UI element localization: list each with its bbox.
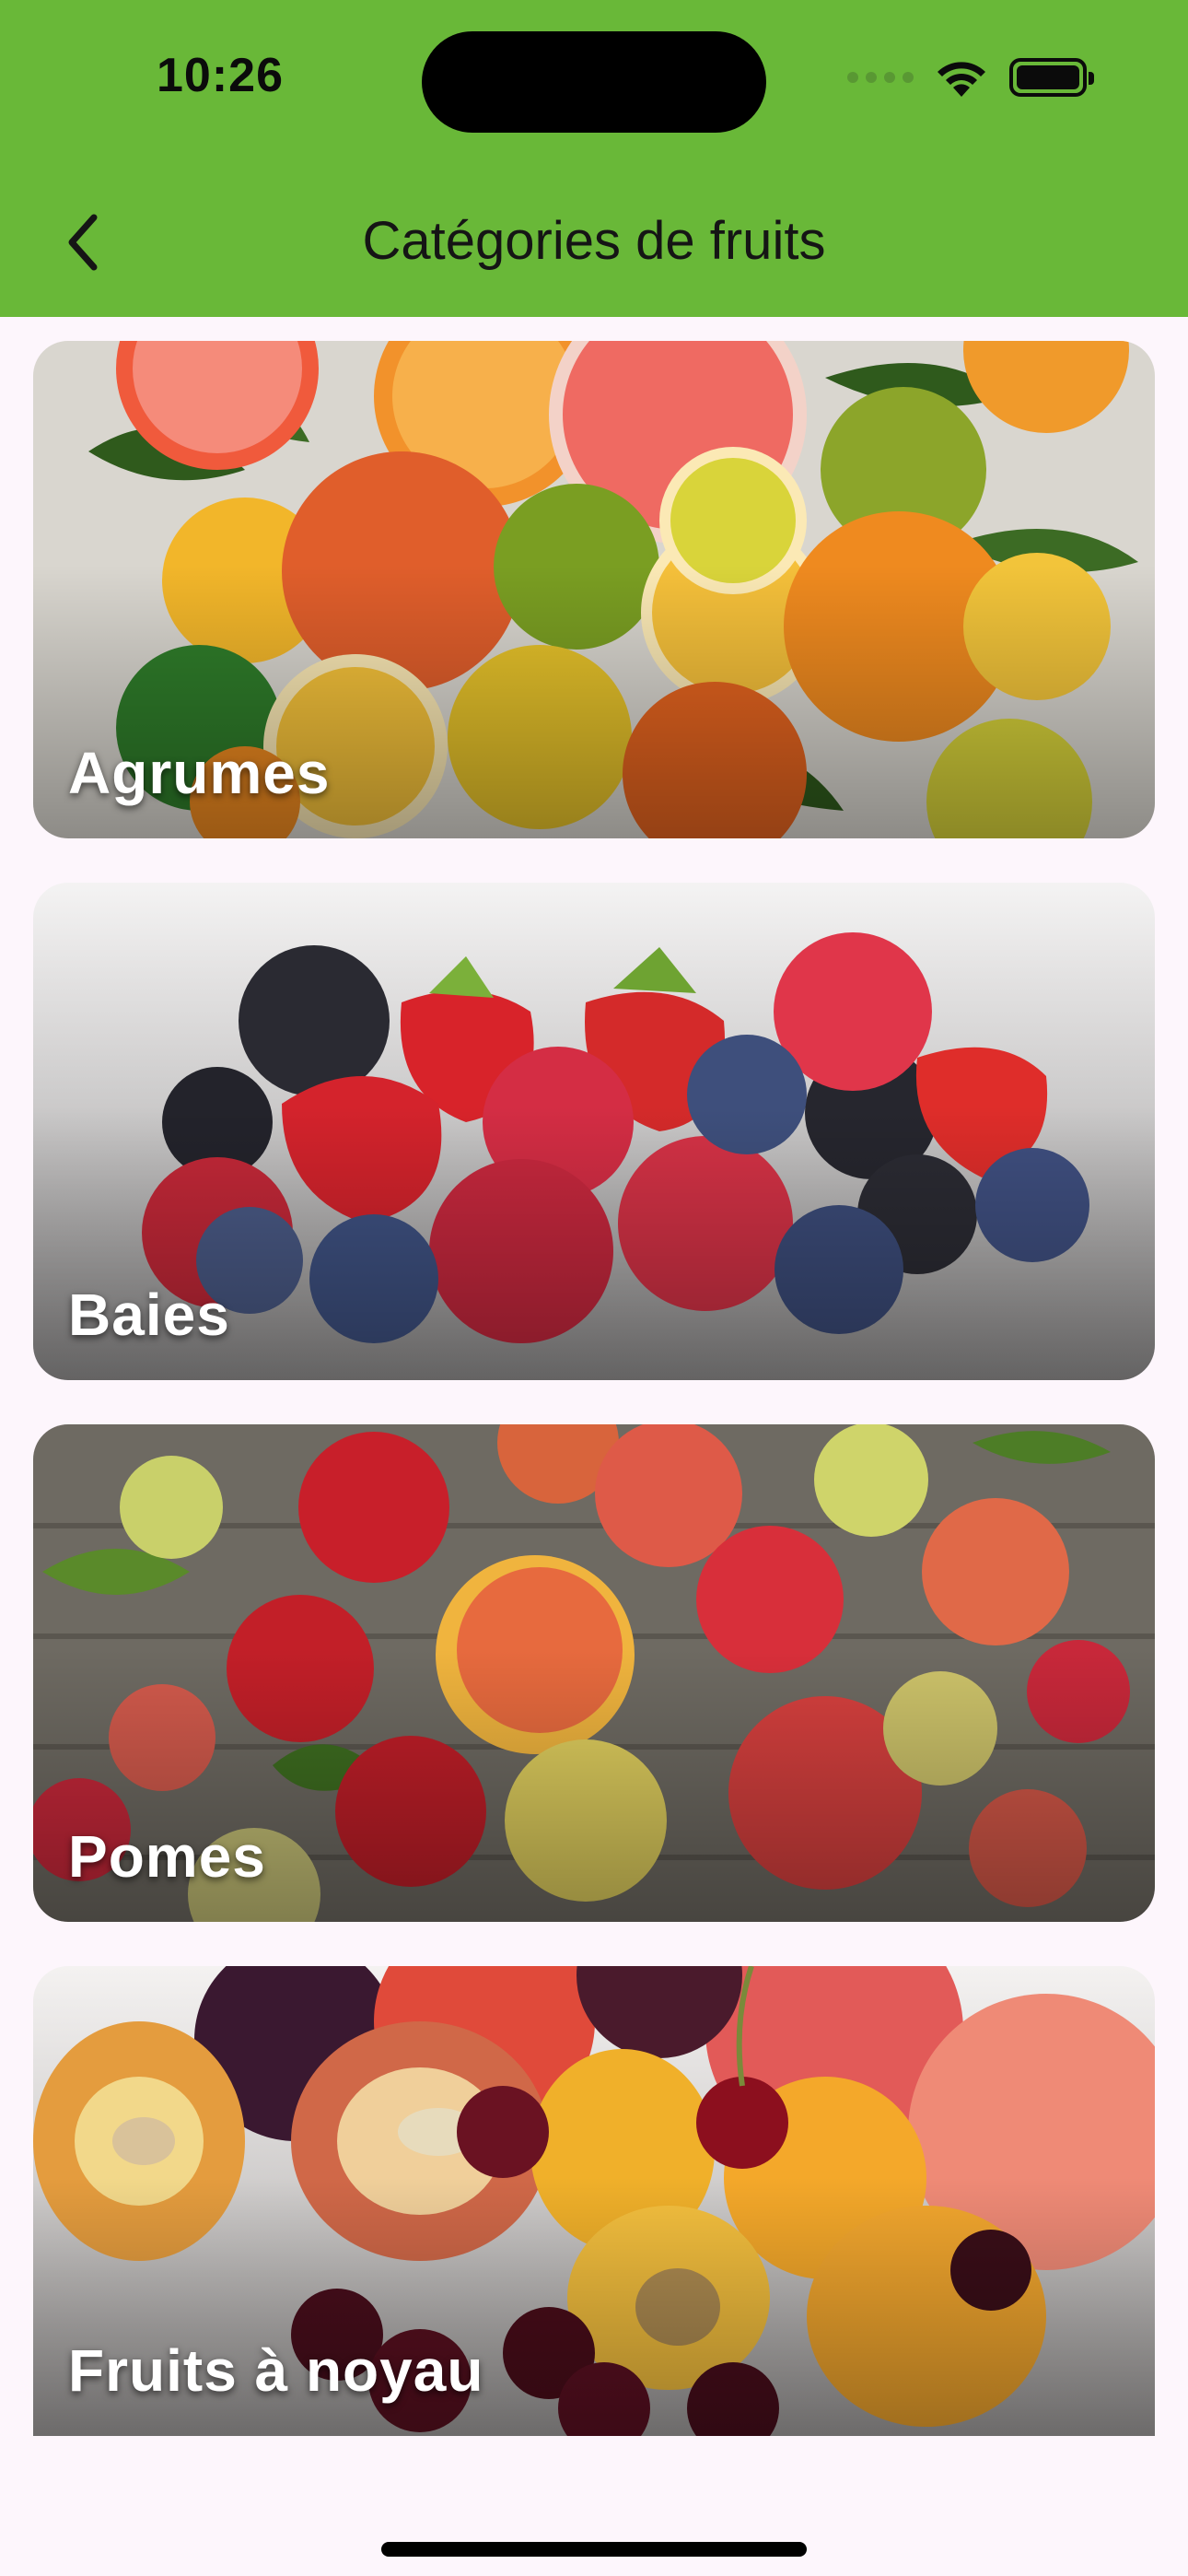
page-title: Catégories de fruits [362,211,826,271]
category-label: Agrumes [68,740,331,806]
category-card-agrumes[interactable]: Agrumes [33,341,1155,838]
status-time: 10:26 [157,49,284,102]
category-card-pomes[interactable]: Pomes [33,1424,1155,1922]
home-indicator[interactable] [381,2542,807,2557]
status-icons [847,53,1094,101]
wifi-icon [938,62,985,97]
header: 10:26 Catégories de fruits [0,0,1188,317]
category-label: Baies [68,1282,230,1348]
cellular-signal-icon [847,72,914,83]
category-label: Fruits à noyau [68,2337,484,2404]
category-card-baies[interactable]: Baies [33,883,1155,1380]
dynamic-island [422,31,766,133]
category-label: Pomes [68,1823,266,1890]
category-card-fruits-a-noyau[interactable]: Fruits à noyau [33,1966,1155,2436]
screen: 10:26 Catégories de fruits Agrumes Baies… [0,0,1188,2576]
battery-icon [1009,58,1094,97]
